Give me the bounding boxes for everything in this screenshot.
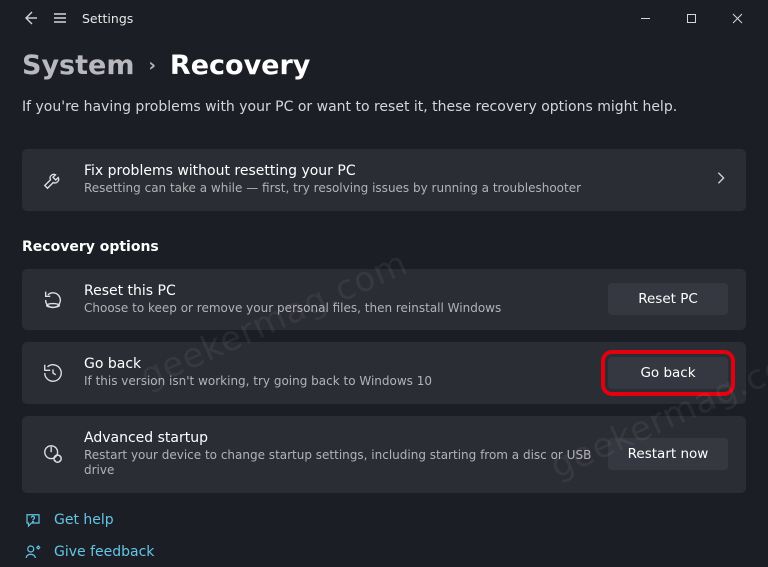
goback-title: Go back [84,356,596,372]
intro-text: If you're having problems with your PC o… [22,99,746,115]
advanced-subtitle: Restart your device to change startup se… [84,448,596,479]
minimize-button[interactable] [622,3,668,33]
menu-icon[interactable] [52,10,68,26]
page-title: Recovery [170,50,310,81]
footer-links: Get help Give feedback [22,511,746,561]
restart-now-button[interactable]: Restart now [608,438,728,470]
history-icon [40,360,66,386]
get-help-label: Get help [54,512,114,528]
advanced-title: Advanced startup [84,430,596,446]
go-back-button[interactable]: Go back [608,357,728,389]
breadcrumb: System › Recovery [22,50,746,81]
reset-pc-button[interactable]: Reset PC [608,283,728,315]
advanced-startup-card: Advanced startup Restart your device to … [22,416,746,493]
feedback-icon [24,543,42,561]
fix-problems-card[interactable]: Fix problems without resetting your PC R… [22,149,746,211]
give-feedback-label: Give feedback [54,544,154,560]
content: System › Recovery If you're having probl… [0,36,768,561]
reset-title: Reset this PC [84,283,596,299]
goback-subtitle: If this version isn't working, try going… [84,374,596,390]
go-back-card: Go back If this version isn't working, t… [22,342,746,404]
reset-pc-card: Reset this PC Choose to keep or remove y… [22,269,746,331]
power-gear-icon [40,441,66,467]
reset-subtitle: Choose to keep or remove your personal f… [84,301,596,317]
chevron-right-icon: › [148,55,155,76]
chevron-right-icon [714,171,728,189]
reset-icon [40,286,66,312]
back-icon[interactable] [22,10,38,26]
fix-title: Fix problems without resetting your PC [84,163,702,179]
maximize-button[interactable] [668,3,714,33]
breadcrumb-parent[interactable]: System [22,50,134,81]
give-feedback-link[interactable]: Give feedback [24,543,746,561]
wrench-icon [40,167,66,193]
get-help-link[interactable]: Get help [24,511,746,529]
close-button[interactable] [714,3,760,33]
titlebar: Settings [0,0,768,36]
chat-help-icon [24,511,42,529]
fix-subtitle: Resetting can take a while — first, try … [84,181,702,197]
app-title: Settings [82,11,133,26]
section-label: Recovery options [22,239,746,255]
